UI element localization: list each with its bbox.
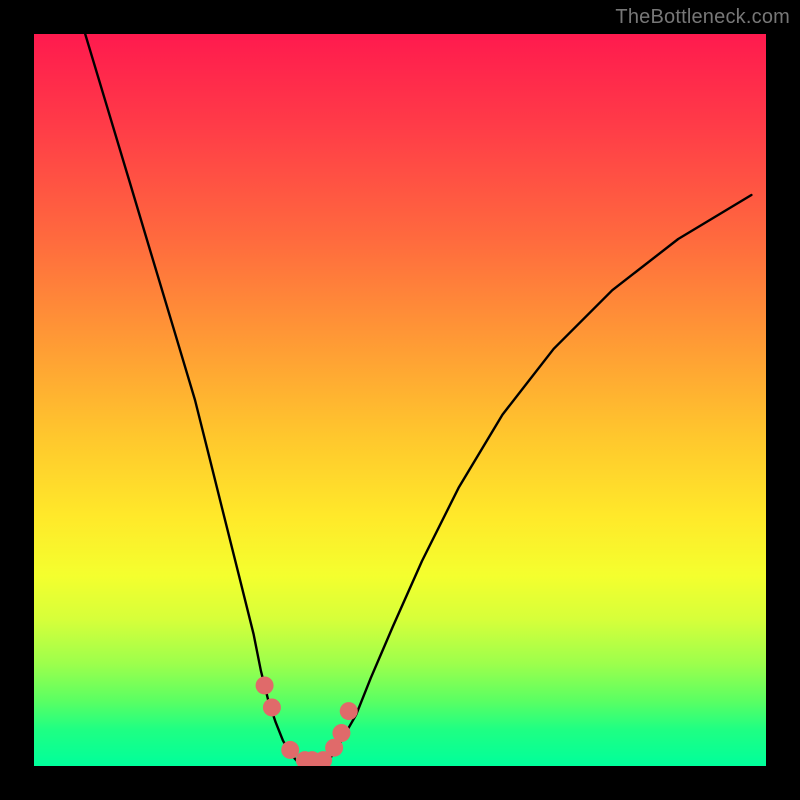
chart-frame: TheBottleneck.com (0, 0, 800, 800)
curve-layer (34, 34, 766, 766)
left-branch (85, 34, 297, 762)
highlight-dot (281, 741, 299, 759)
right-branch (327, 195, 752, 762)
highlight-dot (340, 702, 358, 720)
watermark-text: TheBottleneck.com (615, 6, 790, 29)
plot-area (34, 34, 766, 766)
highlight-dot (256, 676, 274, 694)
highlight-dot (263, 698, 281, 716)
highlight-dot (332, 724, 350, 742)
